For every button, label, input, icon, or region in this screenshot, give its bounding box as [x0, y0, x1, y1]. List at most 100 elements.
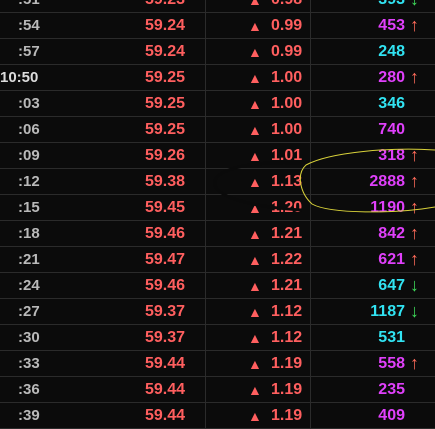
row-time: :09 — [18, 147, 40, 164]
table-row[interactable]: :03 59.25 ▲ 1.00 346 — [0, 91, 435, 117]
triangle-up-icon: ▲ — [248, 356, 262, 372]
row-price: 59.38 — [144, 173, 185, 190]
row-price: 59.37 — [144, 329, 185, 346]
column-divider — [310, 325, 311, 350]
column-divider — [205, 39, 206, 64]
row-time: :51 — [18, 0, 40, 8]
row-change: 1.13 — [271, 173, 303, 190]
row-price: 59.46 — [144, 225, 185, 242]
row-price: 59.24 — [144, 17, 185, 34]
row-time: :03 — [18, 95, 40, 112]
row-time: :39 — [18, 407, 40, 424]
row-volume: 346 — [378, 95, 405, 112]
table-row[interactable]: :30 59.37 ▲ 1.12 531 — [0, 325, 435, 351]
row-change: 1.01 — [271, 147, 303, 164]
row-change: 0.98 — [271, 0, 302, 9]
row-volume: 740 — [378, 121, 405, 138]
table-row[interactable]: :54 59.24 ▲ 0.99 453 ↑ — [0, 13, 435, 39]
row-price: 59.24 — [144, 43, 185, 60]
row-time: :57 — [18, 43, 40, 60]
row-time: :24 — [18, 277, 40, 294]
row-price: 59.26 — [144, 147, 185, 164]
row-price: 59.46 — [144, 277, 185, 294]
row-change: 0.99 — [271, 43, 303, 60]
column-divider — [310, 117, 311, 142]
table-row[interactable]: :15 59.45 ▲ 1.20 1190 ↑ — [0, 195, 435, 221]
row-price: 59.44 — [144, 407, 185, 424]
triangle-up-icon: ▲ — [248, 304, 262, 320]
table-row[interactable]: :36 59.44 ▲ 1.19 235 — [0, 377, 435, 403]
column-divider — [205, 325, 206, 350]
triangle-up-icon: ▲ — [248, 18, 262, 34]
row-time: :36 — [18, 381, 40, 398]
table-row[interactable]: 10:50 59.25 ▲ 1.00 280 ↑ — [0, 65, 435, 91]
arrow-down-icon: ↓ — [410, 275, 419, 295]
row-change: 0.99 — [271, 17, 303, 34]
arrow-up-icon: ↑ — [410, 67, 419, 87]
column-divider — [205, 65, 206, 90]
row-volume: 621 — [378, 251, 405, 268]
row-volume: 1190 — [370, 199, 405, 216]
column-divider — [310, 247, 311, 272]
column-divider — [310, 13, 311, 38]
arrow-up-icon: ↑ — [410, 15, 419, 35]
row-price: 59.45 — [144, 199, 185, 216]
table-row[interactable]: :33 59.44 ▲ 1.19 558 ↑ — [0, 351, 435, 377]
table-row[interactable]: :06 59.25 ▲ 1.00 740 — [0, 117, 435, 143]
arrow-up-icon: ↑ — [410, 171, 419, 191]
row-time: :12 — [18, 173, 40, 190]
table-row[interactable]: :21 59.47 ▲ 1.22 621 ↑ — [0, 247, 435, 273]
column-divider — [205, 273, 206, 298]
column-divider — [205, 247, 206, 272]
table-row[interactable]: :39 59.44 ▲ 1.19 409 — [0, 403, 435, 429]
row-change: 1.21 — [271, 225, 303, 242]
row-change: 1.12 — [271, 329, 303, 346]
column-divider — [205, 169, 206, 194]
triangle-up-icon: ▲ — [248, 96, 262, 112]
row-time: :06 — [18, 121, 40, 138]
table-row[interactable]: :18 59.46 ▲ 1.21 842 ↑ — [0, 221, 435, 247]
row-volume: 531 — [378, 329, 405, 346]
row-change: 1.20 — [271, 199, 303, 216]
table-row[interactable]: :51 59.23 ▲ 0.98 393 ↓ — [0, 0, 435, 13]
row-change: 1.19 — [271, 407, 303, 424]
triangle-up-icon: ▲ — [248, 278, 262, 294]
row-time: :30 — [18, 329, 40, 346]
row-volume: 409 — [378, 407, 405, 424]
table-row[interactable]: :24 59.46 ▲ 1.21 647 ↓ — [0, 273, 435, 299]
column-divider — [310, 169, 311, 194]
row-time: :54 — [18, 17, 40, 34]
column-divider — [205, 13, 206, 38]
table-row[interactable]: :27 59.37 ▲ 1.12 1187 ↓ — [0, 299, 435, 325]
table-row[interactable]: :12 59.38 ▲ 1.13 2888 ↑ — [0, 169, 435, 195]
row-price: 59.25 — [144, 95, 185, 112]
column-divider — [205, 351, 206, 376]
row-price: 59.23 — [145, 0, 185, 9]
row-time: :27 — [18, 303, 40, 320]
triangle-up-icon: ▲ — [248, 148, 262, 164]
table-row[interactable]: :57 59.24 ▲ 0.99 248 — [0, 39, 435, 65]
row-change: 1.22 — [271, 251, 303, 268]
row-volume: 318 — [378, 147, 405, 164]
column-divider — [310, 299, 311, 324]
row-change: 1.19 — [271, 355, 303, 372]
row-time: :15 — [18, 199, 40, 216]
triangle-up-icon: ▲ — [248, 44, 262, 60]
row-volume: 393 — [378, 0, 405, 9]
triangle-up-icon: ▲ — [248, 330, 262, 346]
arrow-up-icon: ↑ — [410, 145, 419, 165]
row-change: 1.12 — [271, 303, 303, 320]
table-row[interactable]: :09 59.26 ▲ 1.01 318 ↑ — [0, 143, 435, 169]
row-change: 1.00 — [271, 69, 303, 86]
row-volume: 842 — [378, 225, 405, 242]
column-divider — [205, 91, 206, 116]
column-divider — [310, 0, 311, 12]
row-volume: 248 — [378, 43, 405, 60]
triangle-up-icon: ▲ — [248, 122, 262, 138]
row-time: 10:50 — [0, 69, 39, 86]
row-volume: 235 — [378, 381, 405, 398]
column-divider — [205, 377, 206, 402]
row-price: 59.44 — [144, 381, 185, 398]
column-divider — [310, 377, 311, 402]
arrow-down-icon: ↓ — [410, 0, 419, 10]
